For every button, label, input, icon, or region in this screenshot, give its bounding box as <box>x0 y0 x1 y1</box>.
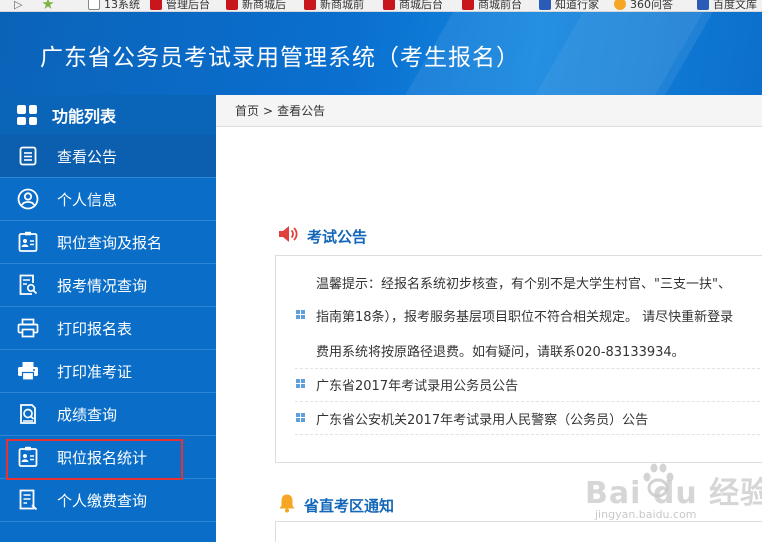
notice-link[interactable]: 广东省公安机关2017年考试录用人民警察（公务员）公告 <box>316 409 648 428</box>
site-icon <box>226 0 238 10</box>
sidebar-item-notices[interactable]: 查看公告 <box>0 135 216 178</box>
site-icon <box>462 0 474 10</box>
sidebar: 功能列表 查看公告 个人信息 职位查询及报名 报考情况查询 打印报名表 打印准考… <box>0 95 216 542</box>
site-icon <box>304 0 316 10</box>
region-notice-title: 省直考区通知 <box>304 496 395 515</box>
bookmark-item[interactable]: 知道行家 <box>539 0 599 11</box>
list-bullet-icon <box>296 379 305 388</box>
baidu-jingyan-watermark: Bai du 经验 jingyan.baidu.com <box>585 460 762 530</box>
list-bullet-icon <box>296 413 305 422</box>
speaker-icon <box>277 224 299 248</box>
notice-icon <box>17 145 39 167</box>
user-icon <box>17 188 39 210</box>
breadcrumb-separator: > <box>263 103 274 118</box>
bookmark-item[interactable]: 13系统 <box>88 0 140 11</box>
bookmark-item[interactable]: 管理后台 <box>150 0 210 11</box>
sidebar-item-application-status[interactable]: 报考情况查询 <box>0 264 216 307</box>
notice-tip-line: 指南第18条），报考服务基层项目职位不符合相关规定。 请尽快重新登录 <box>316 310 734 325</box>
sidebar-item-personal-info[interactable]: 个人信息 <box>0 178 216 221</box>
bookmark-item[interactable]: 百度文库 <box>697 0 757 11</box>
exam-notice-title: 考试公告 <box>307 227 368 246</box>
site-icon <box>383 0 395 10</box>
site-header: 广东省公务员考试录用管理系统（考生报名） <box>0 12 762 95</box>
document-search-icon <box>17 274 39 296</box>
printer-icon <box>17 360 39 382</box>
exam-notice-heading: 考试公告 <box>277 224 367 248</box>
grid-icon <box>17 105 37 125</box>
list-bullet-icon <box>296 310 305 319</box>
id-card-icon <box>17 446 39 468</box>
search-doc-icon <box>17 403 39 425</box>
breadcrumb: 首页 > 查看公告 <box>216 95 762 127</box>
zhidao-icon <box>539 0 551 10</box>
breadcrumb-home[interactable]: 首页 <box>235 102 259 119</box>
notice-tip-line: 温馨提示：经报名系统初步核查，有个别不是大学生村官、"三支一扶"、 <box>316 277 731 292</box>
360-icon <box>614 0 626 10</box>
bookmark-star-icon[interactable] <box>42 0 58 11</box>
sidebar-item-job-application-stats[interactable]: 职位报名统计 <box>0 436 216 480</box>
sidebar-item-job-search-apply[interactable]: 职位查询及报名 <box>0 221 216 264</box>
system-title: 广东省公务员考试录用管理系统（考生报名） <box>40 45 520 71</box>
id-card-icon <box>17 231 39 253</box>
bookmark-item[interactable]: 商城前台 <box>462 0 522 11</box>
bookmarks-bar: ▷ 13系统 管理后台 新商城后 新商城前 商城后台 商城前台 知道行家 360… <box>0 0 762 12</box>
sidebar-item-score-query[interactable]: 成绩查询 <box>0 393 216 436</box>
sidebar-heading: 功能列表 <box>0 95 216 135</box>
bookmark-item[interactable]: 商城后台 <box>383 0 443 11</box>
notice-link[interactable]: 广东省2017年考试录用公务员公告 <box>316 375 518 394</box>
page-icon <box>88 0 100 10</box>
bookmark-item[interactable]: 360问答 <box>614 0 673 11</box>
site-icon <box>150 0 162 10</box>
bell-icon <box>278 493 296 517</box>
sidebar-item-print-application[interactable]: 打印报名表 <box>0 307 216 350</box>
breadcrumb-current: 查看公告 <box>277 104 326 118</box>
bookmark-item[interactable]: 新商城后 <box>226 0 286 11</box>
bookmark-item[interactable]: 新商城前 <box>304 0 364 11</box>
sidebar-item-payment-query[interactable]: 个人缴费查询 <box>0 479 216 522</box>
notice-tip-line: 费用系统将按原路径退费。如有疑问，请联系020-83133934。 <box>316 345 685 360</box>
region-notice-heading: 省直考区通知 <box>278 493 394 517</box>
sidebar-item-print-admission-ticket[interactable]: 打印准考证 <box>0 350 216 393</box>
paw-icon <box>643 463 674 498</box>
printer-icon <box>17 317 39 339</box>
wenku-icon <box>697 0 709 10</box>
back-icon[interactable]: ▷ <box>14 0 22 11</box>
document-list-icon <box>17 489 39 511</box>
